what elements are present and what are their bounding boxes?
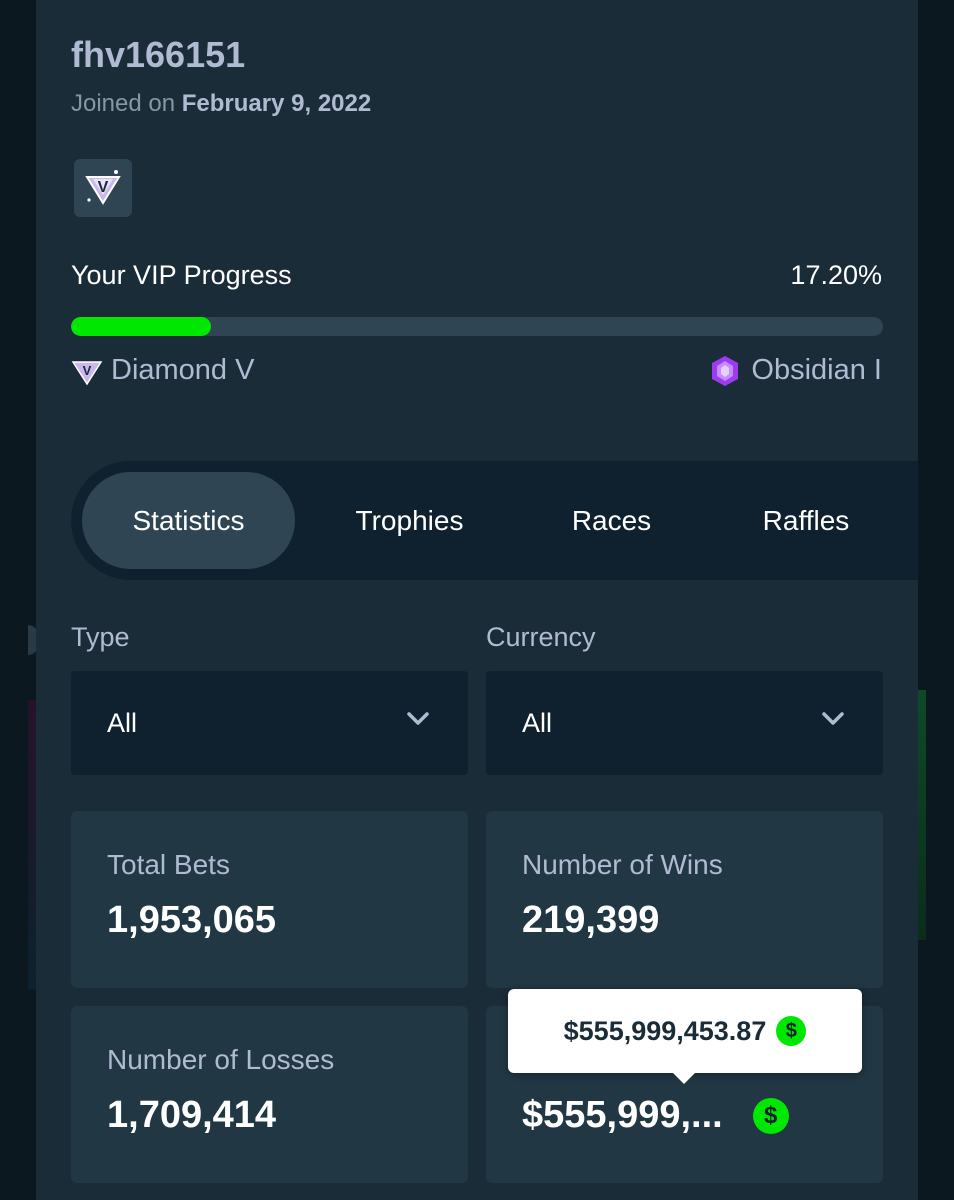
- wagered-tooltip: $555,999,453.87 $: [508, 989, 862, 1073]
- currency-select-value: All: [522, 708, 553, 738]
- next-rank-label: Obsidian I: [751, 354, 882, 386]
- svg-text:V: V: [83, 363, 92, 378]
- chevron-down-icon: [822, 712, 844, 725]
- chevron-down-icon: [407, 712, 429, 725]
- profile-tabs: Statistics Trophies Races Raffles: [71, 461, 918, 580]
- usd-coin-icon: $: [752, 1097, 789, 1134]
- background-element: [918, 690, 926, 940]
- stat-value: 219,399: [522, 899, 660, 941]
- tab-statistics[interactable]: Statistics: [82, 472, 295, 569]
- stat-card-losses: Number of Losses 1,709,414: [71, 1006, 468, 1183]
- joined-prefix: Joined on: [71, 90, 176, 117]
- type-select-value: All: [107, 708, 138, 738]
- type-filter-label: Type: [71, 622, 130, 652]
- currency-filter-label: Currency: [486, 622, 596, 652]
- stat-card-total-bets: Total Bets 1,953,065: [71, 811, 468, 988]
- username: fhv166151: [71, 34, 246, 75]
- stat-card-wins: Number of Wins 219,399: [486, 811, 883, 988]
- wagered-row: $555,999,... $: [522, 1094, 789, 1137]
- joined-date-line: Joined on February 9, 2022: [71, 90, 371, 118]
- currency-select[interactable]: All: [486, 671, 883, 775]
- vip-progress-label: Your VIP Progress: [71, 260, 292, 290]
- tab-trophies[interactable]: Trophies: [316, 472, 503, 569]
- background-element: [28, 700, 36, 990]
- tab-raffles[interactable]: Raffles: [721, 472, 891, 569]
- diamond-v-icon: V: [85, 170, 121, 205]
- joined-date: February 9, 2022: [181, 90, 372, 117]
- current-rank-label: Diamond V: [111, 354, 255, 386]
- obsidian-rank-icon: [712, 355, 739, 386]
- stat-label: Total Bets: [107, 849, 230, 880]
- current-rank: V Diamond V: [71, 354, 254, 387]
- vip-progress-percent: 17.20%: [790, 260, 882, 290]
- stat-value: 1,709,414: [107, 1094, 277, 1136]
- next-rank: Obsidian I: [709, 354, 882, 387]
- vip-badge: V: [74, 159, 132, 217]
- vip-progress-bar: [71, 317, 883, 336]
- type-select[interactable]: All: [71, 671, 468, 775]
- tab-races[interactable]: Races: [529, 472, 694, 569]
- stat-value: 1,953,065: [107, 899, 277, 941]
- usd-coin-icon: $: [776, 1016, 807, 1046]
- tooltip-arrow: [672, 1072, 696, 1084]
- vip-progress-fill: [71, 317, 211, 336]
- svg-text:V: V: [98, 179, 109, 196]
- stat-value: $555,999,...: [522, 1094, 723, 1136]
- diamond-rank-icon: V: [71, 360, 103, 385]
- stat-label: Number of Wins: [522, 849, 723, 880]
- tooltip-value: $555,999,453.87: [563, 1015, 767, 1046]
- stat-label: Number of Losses: [107, 1044, 335, 1075]
